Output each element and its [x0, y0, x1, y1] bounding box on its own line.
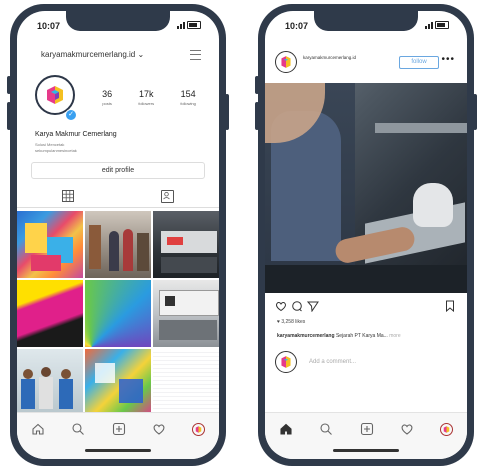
grid-post-showroom[interactable]: [85, 211, 151, 278]
post-caption: karyamakmurcemerlang Sejarah PT Karya Ma…: [277, 333, 459, 339]
post-image[interactable]: [265, 83, 467, 293]
grid-post-color-swatches[interactable]: [85, 280, 151, 347]
post-grid: [17, 211, 219, 416]
signal-icon: [425, 21, 433, 29]
phone-side-button: [7, 102, 11, 130]
caption-username[interactable]: karyamakmurcemerlang: [277, 333, 335, 339]
comment-icon[interactable]: [291, 300, 303, 312]
profile-avatar-icon[interactable]: [440, 422, 453, 436]
status-time: 10:07: [37, 21, 61, 31]
phone-post: 10:07 karyamakmurcemerlang.id follow •••: [255, 4, 477, 466]
signal-icon: [177, 21, 185, 29]
grid-post-printing-machine[interactable]: [153, 211, 219, 278]
heart-icon[interactable]: [275, 300, 287, 312]
search-icon[interactable]: [319, 422, 333, 436]
heart-icon[interactable]: [400, 422, 414, 436]
phone-side-button: [473, 94, 477, 130]
signal-battery: [177, 21, 201, 29]
profile-avatar-icon[interactable]: [192, 422, 205, 436]
post-author-username[interactable]: karyamakmurcemerlang.id: [303, 55, 356, 60]
grid-view-icon[interactable]: [62, 190, 74, 202]
profile-display-name: Karya Makmur Cemerlang: [35, 131, 117, 138]
profile-header: karyamakmurcemerlang.id ⌄: [31, 47, 207, 63]
phone-side-button: [255, 102, 259, 130]
add-post-icon[interactable]: [112, 422, 126, 436]
stat-followers[interactable]: 17k followers: [138, 89, 154, 106]
home-icon[interactable]: [31, 422, 45, 436]
status-bar: 10:07: [279, 20, 453, 34]
profile-screen: 10:07 karyamakmurcemerlang.id ⌄ ✓ 36 pos…: [17, 11, 219, 459]
status-bar: 10:07: [31, 20, 205, 34]
bottom-nav-bar: [265, 412, 467, 459]
bio-line: sekumpulanmesincetak: [35, 148, 77, 153]
phone-side-button: [225, 94, 229, 130]
bottom-nav-bar: [17, 412, 219, 459]
home-indicator: [333, 449, 399, 452]
heart-icon[interactable]: [152, 422, 166, 436]
phone-side-button: [7, 76, 11, 94]
status-time: 10:07: [285, 21, 309, 31]
tagged-photos-icon[interactable]: [161, 190, 174, 203]
grid-post-products[interactable]: [85, 349, 151, 416]
grid-post-paper-stack[interactable]: [153, 349, 219, 416]
profile-stats: 36 posts 17k followers 154 following: [89, 89, 209, 106]
grid-post-team[interactable]: [17, 349, 83, 416]
caption-more-link[interactable]: more: [389, 333, 400, 339]
edit-profile-button[interactable]: edit profile: [31, 162, 205, 179]
battery-icon: [187, 21, 201, 29]
grid-post-printed-materials[interactable]: [17, 211, 83, 278]
stat-posts[interactable]: 36 posts: [102, 89, 112, 106]
follow-button[interactable]: follow: [399, 56, 439, 69]
verified-badge-icon: ✓: [65, 109, 77, 121]
phone-profile: 10:07 karyamakmurcemerlang.id ⌄ ✓ 36 pos…: [7, 4, 229, 466]
add-comment-input[interactable]: Add a comment...: [309, 359, 356, 365]
bookmark-icon[interactable]: [445, 300, 455, 312]
post-author-avatar[interactable]: [275, 51, 297, 73]
caption-text: Sejarah PT Karya Ma...: [335, 333, 388, 339]
menu-icon[interactable]: [190, 50, 201, 60]
brand-logo-icon: [47, 86, 63, 104]
profile-tabs: [17, 187, 219, 208]
home-indicator: [85, 449, 151, 452]
search-icon[interactable]: [71, 422, 85, 436]
grid-post-offset-press[interactable]: [153, 280, 219, 347]
signal-battery: [425, 21, 449, 29]
post-screen: 10:07 karyamakmurcemerlang.id follow •••: [265, 11, 467, 459]
bio-line: Solusi Mencetak: [35, 142, 65, 147]
home-icon[interactable]: [279, 422, 293, 436]
battery-icon: [435, 21, 449, 29]
grid-post-ink-rollers[interactable]: [17, 280, 83, 347]
share-icon[interactable]: [307, 300, 319, 312]
phone-side-button: [255, 76, 259, 94]
comment-row: Add a comment...: [275, 351, 457, 377]
post-actions: [275, 299, 457, 313]
stat-following[interactable]: 154 following: [180, 89, 196, 106]
commenter-avatar: [275, 351, 297, 373]
profile-username[interactable]: karyamakmurcemerlang.id ⌄: [41, 50, 144, 59]
add-post-icon[interactable]: [360, 422, 374, 436]
post-header: karyamakmurcemerlang.id follow •••: [275, 51, 457, 75]
more-options-icon[interactable]: •••: [441, 55, 455, 65]
likes-count[interactable]: ♥ 3,258 likes: [277, 319, 305, 325]
